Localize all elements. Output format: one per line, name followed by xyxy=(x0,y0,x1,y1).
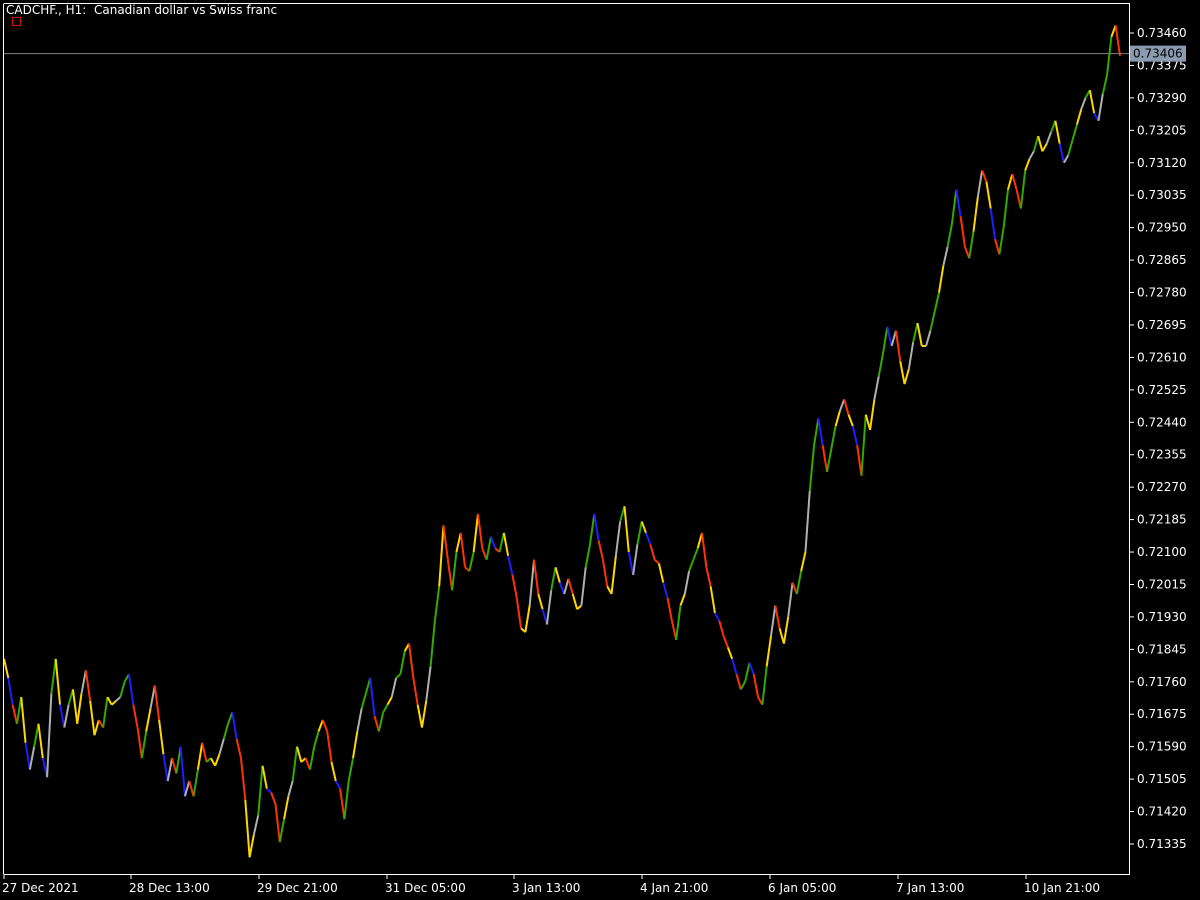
y-tick-label: 0.71930 xyxy=(1137,610,1187,624)
y-tick-label: 0.72270 xyxy=(1137,480,1187,494)
current-price-tag: 0.73406 xyxy=(1130,45,1186,62)
x-tick-label: 3 Jan 13:00 xyxy=(512,881,580,895)
indicator-marker-icon xyxy=(12,17,21,26)
y-tick-label: 0.71845 xyxy=(1137,642,1187,656)
x-tick-label: 10 Jan 21:00 xyxy=(1024,881,1100,895)
y-tick-label: 0.72525 xyxy=(1137,383,1187,397)
y-tick-label: 0.72780 xyxy=(1137,286,1187,300)
y-tick-label: 0.72015 xyxy=(1137,577,1187,591)
price-tag-label: 0.73406 xyxy=(1133,47,1183,61)
y-tick-label: 0.71760 xyxy=(1137,675,1187,689)
y-tick-label: 0.72950 xyxy=(1137,221,1187,235)
y-tick-label: 0.72185 xyxy=(1137,513,1187,527)
chart-background xyxy=(0,0,1200,900)
y-tick-label: 0.71590 xyxy=(1137,740,1187,754)
x-tick-label: 31 Dec 05:00 xyxy=(385,881,466,895)
y-tick-label: 0.72865 xyxy=(1137,253,1187,267)
y-tick-label: 0.71675 xyxy=(1137,707,1187,721)
price-chart[interactable]: 0.734600.733750.732900.732050.731200.730… xyxy=(0,0,1200,900)
x-tick-label: 7 Jan 13:00 xyxy=(896,881,964,895)
y-tick-label: 0.71335 xyxy=(1137,837,1187,851)
x-tick-label: 27 Dec 2021 xyxy=(2,881,79,895)
y-tick-label: 0.73120 xyxy=(1137,156,1187,170)
chart-title: CADCHF., H1: Canadian dollar vs Swiss fr… xyxy=(6,3,278,17)
y-tick-label: 0.72610 xyxy=(1137,350,1187,364)
x-tick-label: 28 Dec 13:00 xyxy=(129,881,210,895)
x-tick-label: 6 Jan 05:00 xyxy=(768,881,836,895)
x-tick-label: 4 Jan 21:00 xyxy=(640,881,708,895)
y-tick-label: 0.72100 xyxy=(1137,545,1187,559)
y-tick-label: 0.72355 xyxy=(1137,448,1187,462)
y-tick-label: 0.73205 xyxy=(1137,123,1187,137)
y-tick-label: 0.73290 xyxy=(1137,91,1187,105)
x-tick-label: 29 Dec 21:00 xyxy=(257,881,338,895)
y-tick-label: 0.73460 xyxy=(1137,26,1187,40)
y-tick-label: 0.71505 xyxy=(1137,772,1187,786)
y-tick-label: 0.73035 xyxy=(1137,188,1187,202)
y-tick-label: 0.71420 xyxy=(1137,805,1187,819)
y-tick-label: 0.72695 xyxy=(1137,318,1187,332)
y-tick-label: 0.72440 xyxy=(1137,415,1187,429)
